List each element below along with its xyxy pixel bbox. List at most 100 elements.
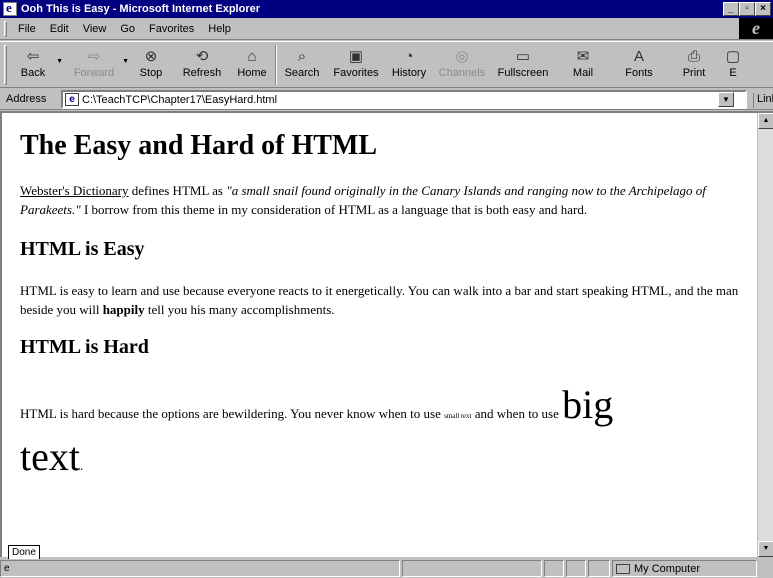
mail-label: Mail: [572, 67, 594, 79]
intro-text-2: I borrow from this theme in my considera…: [80, 202, 588, 217]
links-button[interactable]: Links: [753, 93, 773, 108]
stop-label: Stop: [139, 67, 163, 79]
status-bar: e My Computer: [0, 559, 773, 578]
refresh-icon: ⟲: [195, 48, 209, 65]
toolbar-separator: [275, 45, 277, 85]
fullscreen-button[interactable]: ▭ Fullscreen: [491, 42, 555, 86]
edit-label: E: [729, 67, 737, 79]
favorites-button[interactable]: ▣ Favorites: [329, 42, 383, 86]
big-text-2: text: [20, 434, 80, 479]
ie-window-icon[interactable]: [3, 0, 17, 16]
easy-bold: happily: [102, 302, 145, 317]
status-panel-b: [566, 560, 586, 577]
window-title: Ooh This is Easy - Microsoft Internet Ex…: [21, 3, 260, 15]
refresh-label: Refresh: [182, 67, 222, 79]
scroll-down-button[interactable]: ▼: [758, 541, 773, 557]
ie-throbber-logo: e: [739, 18, 773, 39]
hard-paragraph: HTML is hard because the options are bew…: [20, 382, 755, 477]
scroll-up-button[interactable]: ▲: [758, 113, 773, 129]
print-icon: ⎙: [687, 47, 700, 65]
channels-icon: ◎: [455, 48, 469, 65]
easy-heading: HTML is Easy: [20, 238, 145, 260]
back-button[interactable]: ⇦ Back ▼: [11, 42, 63, 86]
back-label: Back: [20, 67, 46, 79]
hard-heading: HTML is Hard: [20, 336, 149, 358]
forward-arrow-icon: ⇨: [87, 48, 101, 65]
search-icon: ⌕: [297, 47, 307, 65]
status-page-icon: e: [4, 563, 10, 574]
address-bar: Address e ▼ Links: [0, 89, 773, 110]
maximize-button[interactable]: ▫: [739, 2, 755, 16]
menu-bar: File Edit View Go Favorites Help e: [0, 18, 773, 40]
window-controls: _ ▫ ×: [723, 2, 771, 16]
home-label: Home: [237, 67, 267, 79]
search-button[interactable]: ⌕ Search: [279, 42, 325, 86]
status-panel-a: [544, 560, 564, 577]
title-bar[interactable]: Ooh This is Easy - Microsoft Internet Ex…: [0, 0, 773, 18]
forward-dropdown-icon[interactable]: ▼: [122, 58, 129, 65]
favorites-icon: ▣: [348, 48, 364, 65]
print-button[interactable]: ⎙ Print: [673, 42, 715, 86]
intro-text-1: defines HTML as: [128, 183, 227, 198]
toolbar-grip[interactable]: [4, 45, 7, 85]
hard-text-1: HTML is hard because the options are bew…: [20, 406, 445, 421]
big-text-1: big: [562, 382, 614, 427]
zone-label: My Computer: [634, 562, 701, 575]
edit-button[interactable]: ▢ E: [723, 42, 743, 86]
mail-icon: ✉: [576, 48, 590, 65]
favorites-label: Favorites: [333, 67, 379, 79]
channels-label: Channels: [438, 67, 486, 79]
refresh-button[interactable]: ⟲ Refresh: [177, 42, 227, 86]
status-text-panel: e: [0, 560, 400, 577]
big-text-line: text.: [20, 437, 83, 486]
menu-favorites[interactable]: Favorites: [142, 23, 201, 35]
vertical-scrollbar[interactable]: ▲ ▼: [757, 113, 773, 557]
menu-grip[interactable]: [4, 20, 7, 37]
back-dropdown-icon[interactable]: ▼: [56, 58, 63, 65]
home-icon: ⌂: [247, 47, 257, 65]
menu-view[interactable]: View: [76, 23, 114, 35]
page-viewport: The Easy and Hard of HTML Webster's Dict…: [0, 111, 773, 557]
page-heading: The Easy and Hard of HTML: [20, 130, 378, 161]
close-button[interactable]: ×: [755, 2, 771, 16]
hard-text-end: .: [79, 458, 84, 473]
address-field[interactable]: e: [61, 90, 747, 109]
status-panel-c: [588, 560, 610, 577]
history-button[interactable]: ◔ History: [387, 42, 431, 86]
channels-button[interactable]: ◎ Channels: [435, 42, 489, 86]
minimize-button[interactable]: _: [723, 2, 739, 16]
fullscreen-label: Fullscreen: [497, 67, 549, 79]
print-label: Print: [682, 67, 706, 79]
easy-text-2: tell you his many accomplishments.: [144, 302, 335, 317]
address-dropdown-button[interactable]: ▼: [718, 92, 734, 107]
hard-text-2: and when to use: [471, 406, 563, 421]
forward-label: Forward: [73, 67, 115, 79]
status-tooltip: Done: [8, 545, 40, 560]
menu-go[interactable]: Go: [113, 23, 142, 35]
fonts-button[interactable]: A Fonts: [617, 42, 661, 86]
page-icon: e: [65, 93, 79, 106]
search-label: Search: [284, 67, 320, 79]
stop-button[interactable]: ⊗ Stop: [131, 42, 171, 86]
home-button[interactable]: ⌂ Home: [231, 42, 273, 86]
menu-edit[interactable]: Edit: [43, 23, 76, 35]
websters-link[interactable]: Webster's Dictionary: [20, 183, 129, 198]
fonts-icon: A: [633, 47, 644, 65]
address-input[interactable]: [82, 93, 682, 106]
zone-panel: My Computer: [612, 560, 757, 577]
status-progress-panel: [402, 560, 542, 577]
standard-toolbar: ⇦ Back ▼ ⇨ Forward ▼ ⊗ Stop ⟲ Refresh ⌂ …: [0, 41, 773, 88]
intro-paragraph: Webster's Dictionary defines HTML as "a …: [20, 181, 755, 219]
forward-button[interactable]: ⇨ Forward ▼: [63, 42, 129, 86]
mail-button[interactable]: ✉ Mail: [561, 42, 605, 86]
fonts-label: Fonts: [625, 67, 653, 79]
menu-help[interactable]: Help: [201, 23, 238, 35]
small-text: small text: [444, 412, 472, 420]
history-label: History: [391, 67, 427, 79]
fullscreen-icon: ▭: [515, 48, 531, 65]
history-icon: ◔: [404, 47, 414, 65]
menu-file[interactable]: File: [11, 23, 43, 35]
edit-icon: ▢: [725, 48, 741, 65]
computer-icon: [616, 563, 630, 574]
stop-icon: ⊗: [144, 48, 158, 65]
